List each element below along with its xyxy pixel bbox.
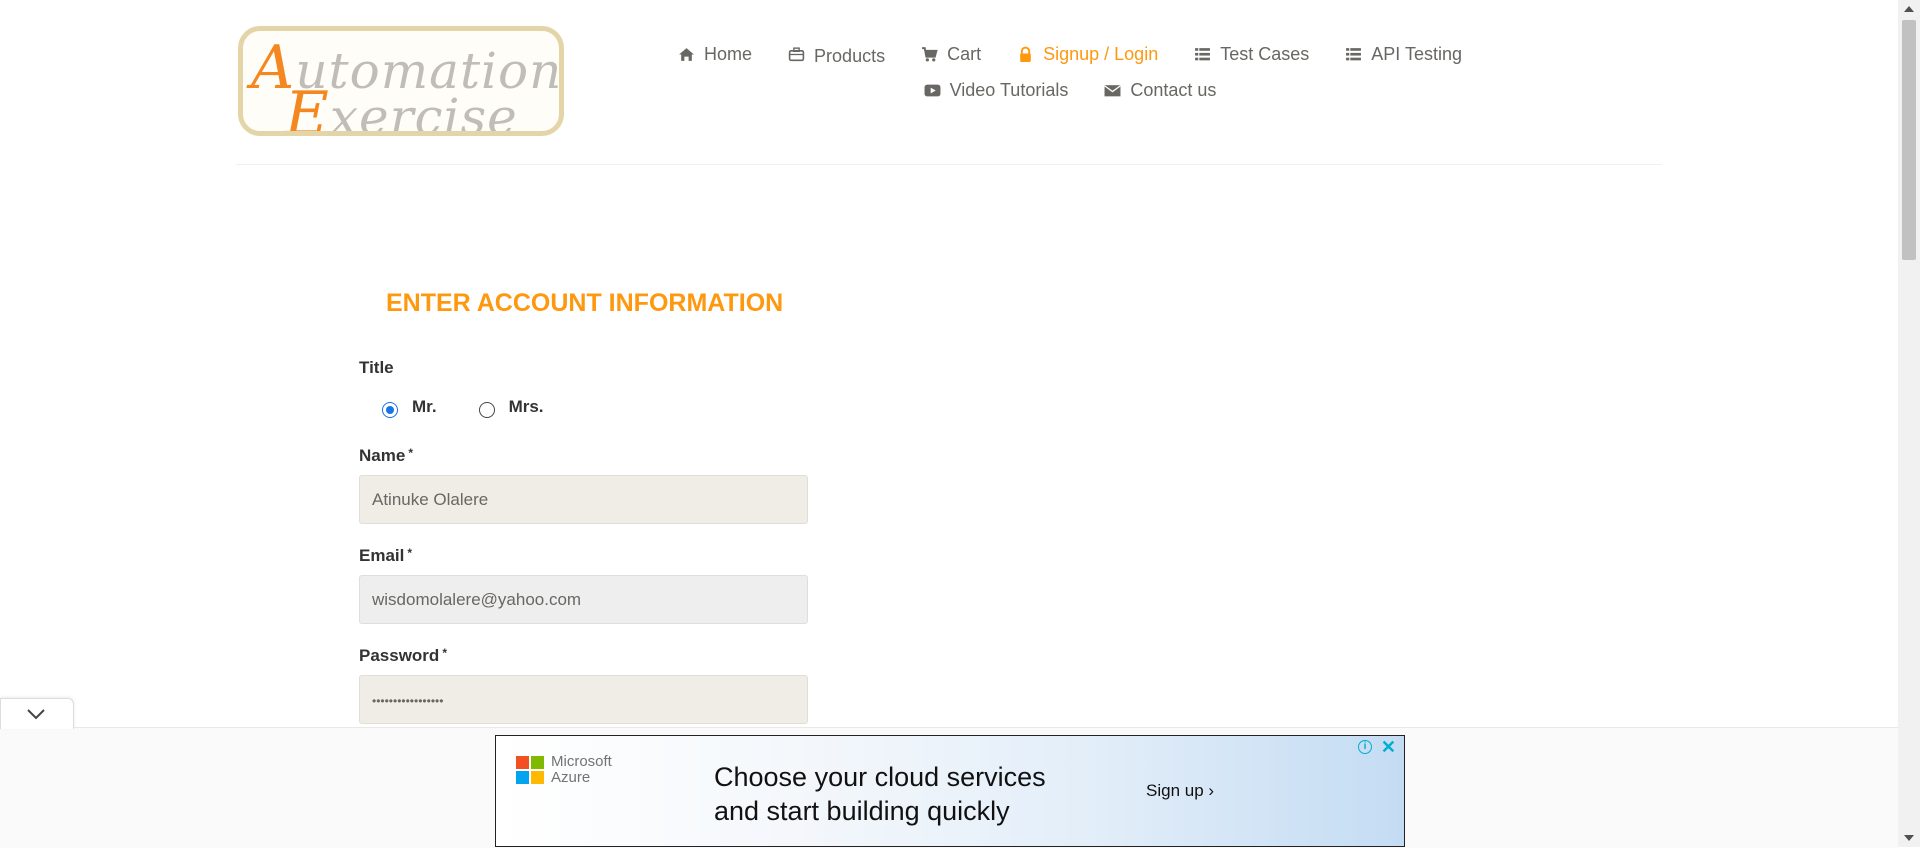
email-field[interactable]: wisdomolalere@yahoo.com bbox=[359, 575, 808, 624]
nav-contact-us[interactable]: Contact us bbox=[1104, 80, 1216, 101]
title-radio-group: Mr. Mrs. bbox=[382, 397, 586, 420]
cart-icon bbox=[922, 46, 938, 61]
form-heading: ENTER ACCOUNT INFORMATION bbox=[386, 289, 784, 317]
ad-close-icon[interactable]: ✕ bbox=[1381, 738, 1396, 756]
scroll-up-icon[interactable] bbox=[1904, 6, 1914, 12]
envelope-icon bbox=[1104, 84, 1122, 96]
scroll-thumb[interactable] bbox=[1902, 20, 1916, 260]
title-mr-label[interactable]: Mr. bbox=[412, 397, 437, 417]
ad-brand: Microsoft Azure bbox=[551, 753, 612, 786]
nav-cart-label: Cart bbox=[947, 43, 982, 64]
ad-banner[interactable]: Microsoft Azure Choose your cloud servic… bbox=[495, 735, 1405, 847]
nav-products[interactable]: Products bbox=[788, 44, 886, 66]
briefcase-icon bbox=[788, 46, 805, 61]
lock-icon bbox=[1020, 46, 1031, 62]
nav-signup-login-label: Signup / Login bbox=[1043, 43, 1159, 64]
ad-signup-link[interactable]: Sign up › bbox=[1146, 781, 1214, 801]
title-mr-radio[interactable] bbox=[382, 402, 398, 418]
site-logo[interactable]: Automation Exercise bbox=[238, 26, 564, 136]
logo-line-2: Exercise bbox=[285, 79, 518, 136]
microsoft-logo-icon bbox=[516, 756, 544, 784]
nav-test-cases-label: Test Cases bbox=[1220, 43, 1310, 64]
list-icon bbox=[1195, 47, 1211, 60]
nav-test-cases[interactable]: Test Cases bbox=[1194, 44, 1309, 65]
youtube-icon bbox=[924, 84, 941, 96]
email-label: Email * bbox=[359, 546, 413, 565]
nav-home-label: Home bbox=[704, 43, 753, 64]
ad-collapse-tab[interactable] bbox=[0, 698, 74, 729]
title-mrs-label[interactable]: Mrs. bbox=[509, 397, 544, 417]
nav-cart[interactable]: Cart bbox=[921, 44, 981, 65]
nav-contact-us-label: Contact us bbox=[1130, 79, 1217, 100]
scroll-down-icon[interactable] bbox=[1904, 835, 1914, 841]
page-scrollbar[interactable] bbox=[1898, 0, 1920, 847]
required-mark: * bbox=[442, 646, 447, 660]
main-nav: Home Products Cart Signup / Login Test C… bbox=[679, 36, 1462, 108]
nav-signup-login[interactable]: Signup / Login bbox=[1017, 44, 1158, 65]
required-mark: * bbox=[407, 546, 413, 560]
title-label: Title bbox=[359, 358, 394, 377]
name-field[interactable]: Atinuke Olalere bbox=[359, 475, 808, 524]
header-divider bbox=[236, 164, 1662, 165]
password-value: ••••••••••••••••• bbox=[372, 694, 444, 708]
ad-info-icon[interactable]: i bbox=[1358, 740, 1372, 754]
password-label: Password * bbox=[359, 646, 447, 665]
name-label: Name * bbox=[359, 446, 413, 465]
nav-products-label: Products bbox=[814, 45, 886, 66]
ad-headline: Choose your cloud services and start bui… bbox=[714, 762, 1046, 826]
list-icon bbox=[1346, 47, 1362, 60]
chevron-down-icon bbox=[27, 709, 45, 720]
title-mrs-radio[interactable] bbox=[478, 402, 495, 418]
required-mark: * bbox=[408, 446, 413, 460]
password-field[interactable]: ••••••••••••••••• bbox=[359, 675, 808, 724]
nav-home[interactable]: Home bbox=[678, 44, 752, 65]
home-icon bbox=[679, 47, 694, 61]
nav-video-tutorials[interactable]: Video Tutorials bbox=[924, 79, 1069, 101]
nav-video-tutorials-label: Video Tutorials bbox=[949, 79, 1069, 100]
nav-api-testing-label: API Testing bbox=[1371, 43, 1462, 64]
nav-api-testing[interactable]: API Testing bbox=[1345, 44, 1462, 65]
